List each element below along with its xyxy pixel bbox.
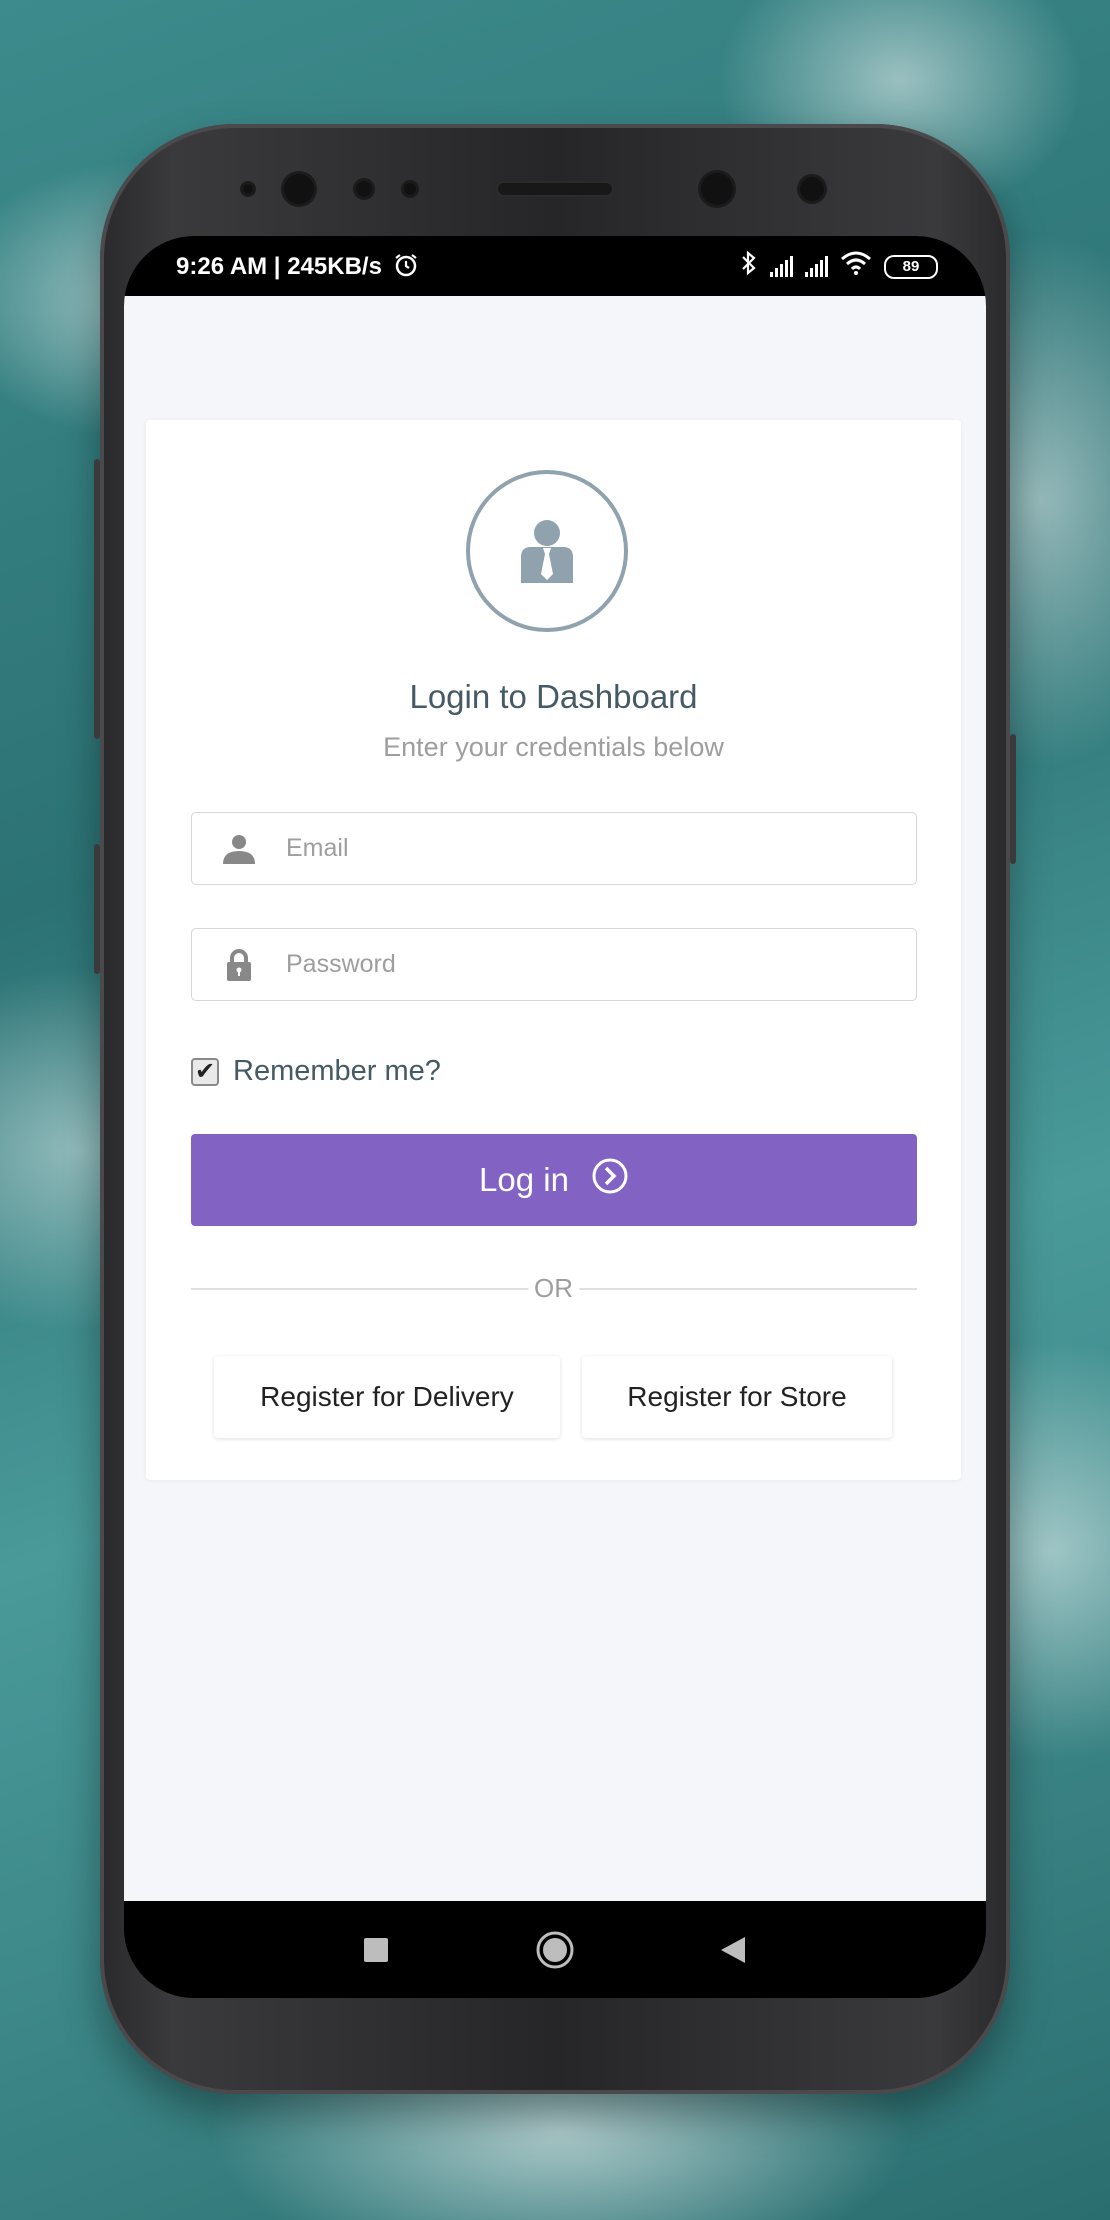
page-subtitle: Enter your credentials below <box>383 732 724 762</box>
wifi-icon <box>840 251 872 282</box>
login-button-label: Log in <box>479 1161 569 1198</box>
phone-frame: 9:26 AM | 245KB/s 89 Login to Dashboard … <box>94 124 1016 2094</box>
user-tie-icon <box>466 470 628 632</box>
volume-button <box>94 459 100 739</box>
or-text: OR <box>528 1273 579 1304</box>
sensor-dot <box>800 177 824 201</box>
remember-checkbox[interactable]: ✔ <box>191 1057 219 1086</box>
signal-icon <box>805 255 828 277</box>
circle-home-icon[interactable] <box>515 1901 595 1998</box>
alarm-icon <box>393 252 419 285</box>
signal-icon <box>770 255 793 277</box>
arrow-circle-right-icon <box>591 1157 629 1203</box>
status-icons: 89 <box>740 250 938 283</box>
power-button <box>94 844 100 974</box>
square-recents-icon[interactable] <box>336 1901 416 1998</box>
status-time: 9:26 AM | 245KB/s <box>176 252 419 285</box>
email-input[interactable] <box>286 834 916 863</box>
front-camera <box>284 174 314 204</box>
lock-icon <box>192 948 286 982</box>
login-button[interactable]: Log in <box>191 1134 917 1226</box>
navigation-bar <box>124 1901 986 1998</box>
email-field[interactable] <box>191 812 917 885</box>
remember-row: ✔ Remember me? <box>191 1055 441 1088</box>
front-camera <box>701 173 733 205</box>
battery-indicator: 89 <box>884 254 938 279</box>
app-screen: Login to Dashboard Enter your credential… <box>124 296 986 1901</box>
sensor-dot <box>243 184 253 194</box>
register-store-button[interactable]: Register for Store <box>582 1356 892 1438</box>
screen-bezel: 9:26 AM | 245KB/s 89 Login to Dashboard … <box>124 236 986 1998</box>
sensor-dot <box>404 183 416 195</box>
register-delivery-button[interactable]: Register for Delivery <box>214 1356 560 1438</box>
side-button <box>1010 734 1016 864</box>
password-input[interactable] <box>286 950 916 979</box>
earpiece-speaker <box>498 183 612 195</box>
password-field[interactable] <box>191 928 917 1001</box>
bluetooth-icon <box>740 250 758 283</box>
sensor-dot <box>356 181 372 197</box>
status-time-text: 9:26 AM | 245KB/s <box>176 253 382 280</box>
triangle-back-icon[interactable] <box>693 1901 773 1998</box>
page-title: Login to Dashboard <box>409 678 698 715</box>
user-icon <box>192 834 286 864</box>
remember-label: Remember me? <box>233 1055 441 1087</box>
status-bar: 9:26 AM | 245KB/s 89 <box>124 236 986 296</box>
login-card: Login to Dashboard Enter your credential… <box>146 420 961 1480</box>
